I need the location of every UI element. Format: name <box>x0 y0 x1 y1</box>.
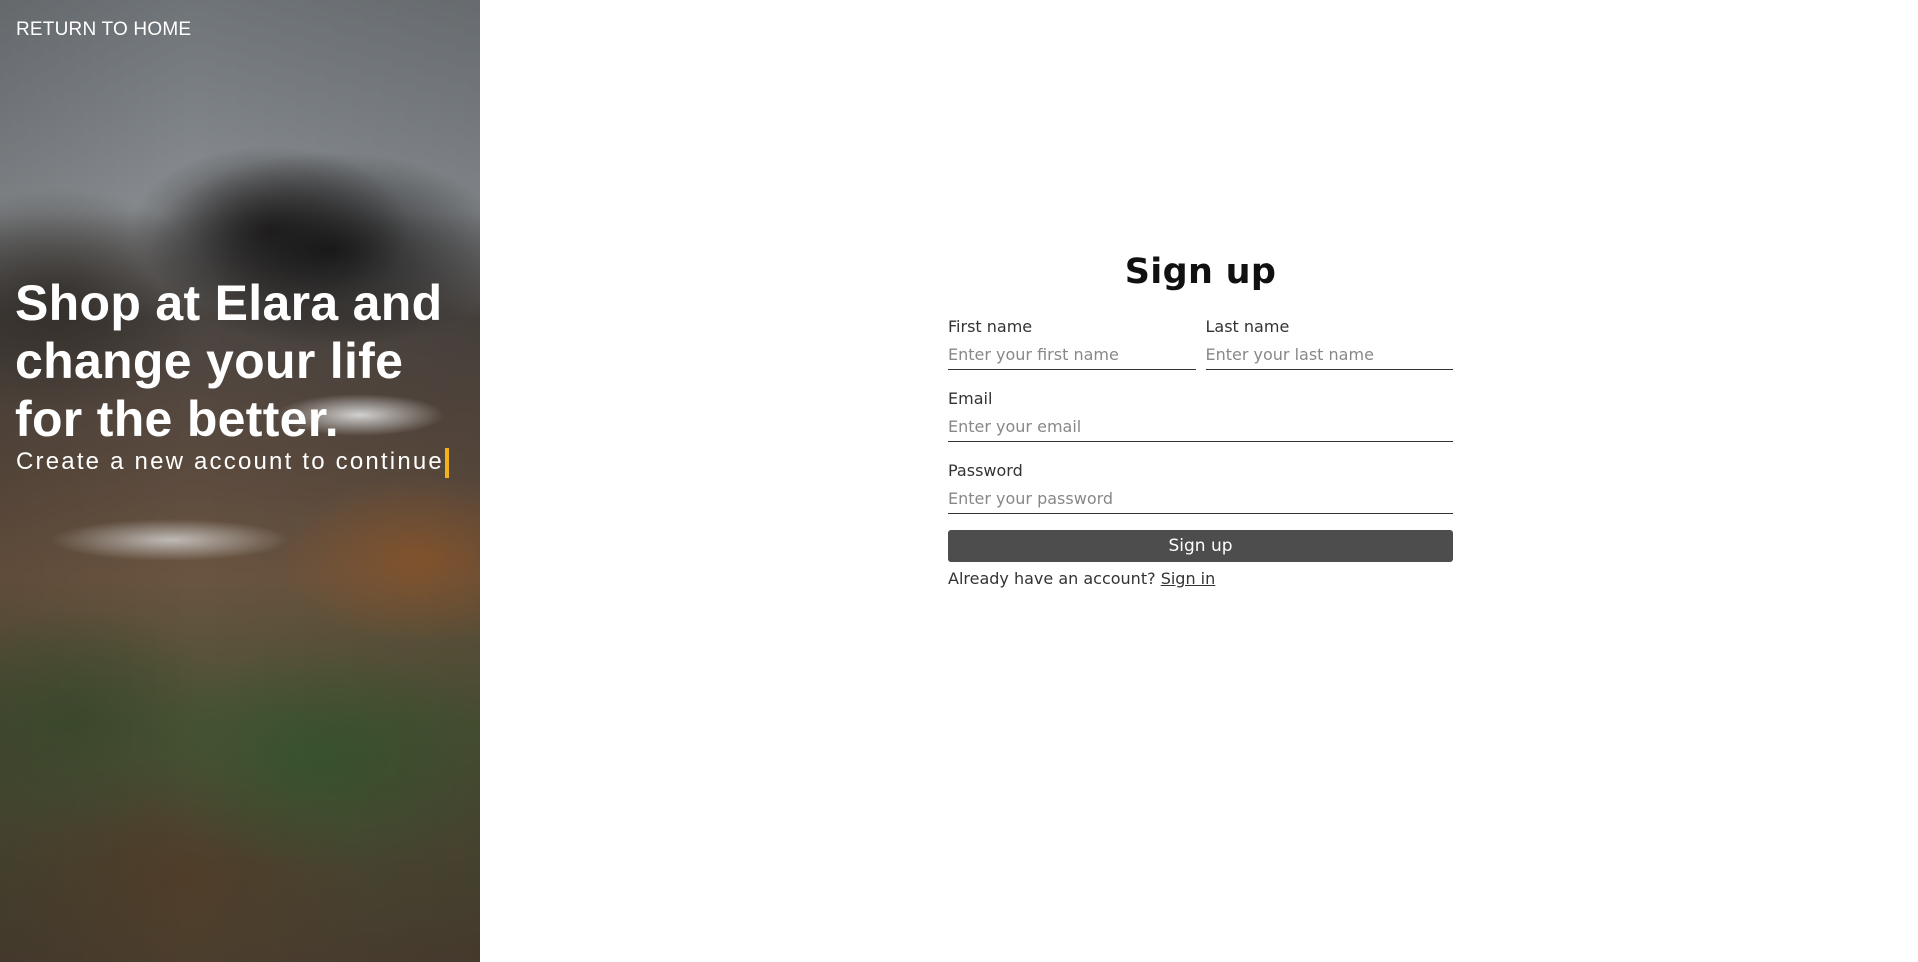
email-field-group: Email <box>948 388 1453 442</box>
return-to-home-link[interactable]: RETURN TO HOME <box>16 19 191 41</box>
last-name-label: Last name <box>1205 317 1290 336</box>
sign-up-button[interactable]: Sign up <box>948 530 1453 562</box>
sign-in-link[interactable]: Sign in <box>1161 569 1216 588</box>
typing-caret <box>445 448 449 478</box>
name-row: First name Last name <box>948 316 1453 370</box>
hero-panel: RETURN TO HOME Shop at Elara and change … <box>0 0 480 962</box>
form-title: Sign up <box>1124 252 1277 292</box>
password-input[interactable] <box>948 484 1453 514</box>
already-have-account: Already have an account? Sign in <box>948 568 1453 590</box>
already-text: Already have an account? <box>948 569 1156 588</box>
last-name-field-group: Last name <box>1205 316 1453 370</box>
email-row: Email <box>948 388 1453 442</box>
hero-title: Shop at Elara and change your life for t… <box>15 275 443 447</box>
last-name-input[interactable] <box>1205 340 1453 370</box>
signup-page: RETURN TO HOME Shop at Elara and change … <box>0 0 1918 962</box>
email-label: Email <box>948 389 993 408</box>
first-name-field-group: First name <box>948 316 1196 370</box>
email-input[interactable] <box>948 412 1453 442</box>
hero-subtitle: Create a new account to continue. <box>16 448 453 475</box>
password-field-group: Password <box>948 460 1453 514</box>
signup-form: Sign up First name Last name Email Passw… <box>948 246 1453 590</box>
first-name-input[interactable] <box>948 340 1196 370</box>
password-row: Password <box>948 460 1453 514</box>
first-name-label: First name <box>948 317 1033 336</box>
password-label: Password <box>948 461 1023 480</box>
